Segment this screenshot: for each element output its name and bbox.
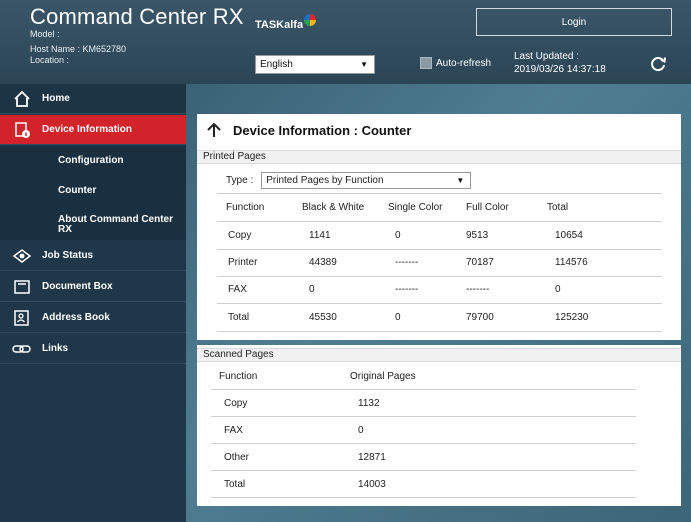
table-cell-total: 125230: [555, 312, 589, 323]
sidebar-item-label: Links: [42, 343, 69, 354]
dropdown-arrow-icon: ▼: [360, 60, 368, 69]
dropdown-arrow-icon: ▼: [456, 176, 465, 185]
eye-icon: [12, 246, 32, 266]
table-cell-original-pages: 14003: [358, 479, 386, 490]
table-cell-original-pages: 1132: [358, 398, 380, 409]
divider: [217, 193, 662, 194]
table-cell-total: 114576: [555, 257, 588, 268]
last-updated-value: 2019/03/26 14:37:18: [514, 64, 606, 75]
divider: [217, 276, 662, 277]
sidebar-item-device-information[interactable]: Device Information: [0, 115, 186, 145]
sidebar: Home Device Information Configuration Co…: [0, 84, 186, 522]
table-cell-single: 0: [395, 312, 401, 323]
table-cell-function: Printer: [228, 257, 258, 268]
table-cell-bw: 44389: [309, 257, 337, 268]
document-box-icon: [12, 277, 32, 297]
table-cell-full: 9513: [466, 230, 489, 241]
location-label: Location :: [30, 55, 70, 65]
table-cell-total: 0: [555, 284, 561, 295]
table-cell-function: Total: [228, 312, 250, 323]
table-cell-single: -------: [395, 257, 419, 268]
table-cell-full: -------: [466, 284, 490, 295]
table-cell-function: Total: [224, 479, 246, 490]
type-select[interactable]: Printed Pages by Function ▼: [261, 172, 472, 189]
table-cell-bw: 0: [309, 284, 315, 295]
page-title: Device Information : Counter: [233, 122, 412, 138]
table-cell-single: -------: [395, 284, 419, 295]
header: Command Center RX Model : Host Name : KM…: [0, 0, 691, 84]
sidebar-item-label: Document Box: [42, 281, 113, 292]
sidebar-item-label: Job Status: [42, 250, 94, 261]
table-cell-single: 0: [395, 230, 401, 241]
column-header-black-white: Black & White: [302, 202, 365, 213]
divider: [211, 389, 636, 390]
host-name-label: Host Name : KM652780: [30, 44, 127, 54]
divider: [211, 497, 636, 498]
printed-pages-header: Printed Pages: [197, 150, 681, 164]
table-cell-bw: 45530: [309, 312, 337, 323]
table-cell-original-pages: 12871: [358, 452, 386, 463]
auto-refresh-label: Auto-refresh: [436, 57, 492, 69]
sidebar-subitem-about[interactable]: About Command Center RX: [0, 206, 186, 240]
divider: [211, 416, 636, 417]
app-title: Command Center RX: [30, 4, 244, 29]
table-cell-function: Other: [224, 452, 250, 463]
sidebar-item-links[interactable]: Links: [0, 334, 186, 364]
column-header-function: Function: [219, 371, 258, 382]
table-cell-total: 10654: [555, 230, 583, 241]
type-row: Type : Printed Pages by Function ▼: [226, 172, 472, 189]
link-icon: [12, 339, 32, 359]
up-arrow-icon[interactable]: [205, 121, 223, 139]
brand-name: TASKalfa: [255, 19, 304, 31]
divider: [211, 443, 636, 444]
table-cell-bw: 1141: [309, 230, 331, 241]
sidebar-item-document-box[interactable]: Document Box: [0, 272, 186, 302]
column-header-original-pages: Original Pages: [350, 371, 416, 382]
sidebar-item-label: Home: [42, 93, 70, 104]
divider: [217, 303, 662, 304]
table-cell-function: FAX: [224, 425, 243, 436]
brand-logo: TASKalfa: [255, 14, 317, 31]
divider: [217, 249, 662, 250]
column-header-full-color: Full Color: [466, 202, 509, 213]
page-title-row: Device Information : Counter: [205, 121, 411, 139]
type-label: Type :: [226, 175, 254, 186]
login-button[interactable]: Login: [476, 8, 672, 36]
counter-panel: Device Information : Counter Printed Pag…: [197, 114, 681, 340]
table-cell-function: Copy: [228, 230, 252, 241]
auto-refresh-checkbox[interactable]: [420, 57, 432, 69]
table-cell-original-pages: 0: [358, 425, 364, 436]
scanned-pages-header: Scanned Pages: [197, 348, 681, 362]
sidebar-item-label: Device Information: [42, 124, 133, 135]
table-cell-full: 70187: [466, 257, 494, 268]
refresh-icon[interactable]: [648, 54, 668, 74]
sidebar-item-address-book[interactable]: Address Book: [0, 303, 186, 333]
table-cell-full: 79700: [466, 312, 494, 323]
column-header-single-color: Single Color: [388, 202, 443, 213]
divider: [217, 221, 662, 222]
language-value: English: [260, 59, 293, 70]
home-icon: [12, 89, 32, 109]
auto-refresh-toggle[interactable]: Auto-refresh: [420, 57, 491, 69]
sidebar-item-label: Address Book: [42, 312, 110, 323]
type-value: Printed Pages by Function: [266, 175, 384, 186]
brand-swirl-icon: [304, 14, 317, 26]
device-info-icon: [12, 120, 32, 140]
sidebar-subitem-counter[interactable]: Counter: [0, 176, 186, 206]
sidebar-item-home[interactable]: Home: [0, 84, 186, 114]
divider: [217, 331, 662, 332]
table-cell-function: Copy: [224, 398, 248, 409]
table-cell-function: FAX: [228, 284, 247, 295]
model-label: Model :: [30, 29, 60, 39]
last-updated: Last Updated : 2019/03/26 14:37:18: [514, 50, 606, 76]
last-updated-label: Last Updated :: [514, 51, 580, 62]
divider: [211, 470, 636, 471]
column-header-total: Total: [547, 202, 569, 213]
column-header-function: Function: [226, 202, 265, 213]
sidebar-item-job-status[interactable]: Job Status: [0, 241, 186, 271]
language-select[interactable]: English ▼: [255, 55, 375, 74]
scanned-pages-panel: Scanned Pages Function Original Pages Co…: [197, 345, 681, 506]
address-book-icon: [12, 308, 32, 328]
sidebar-subitem-configuration[interactable]: Configuration: [0, 146, 186, 176]
